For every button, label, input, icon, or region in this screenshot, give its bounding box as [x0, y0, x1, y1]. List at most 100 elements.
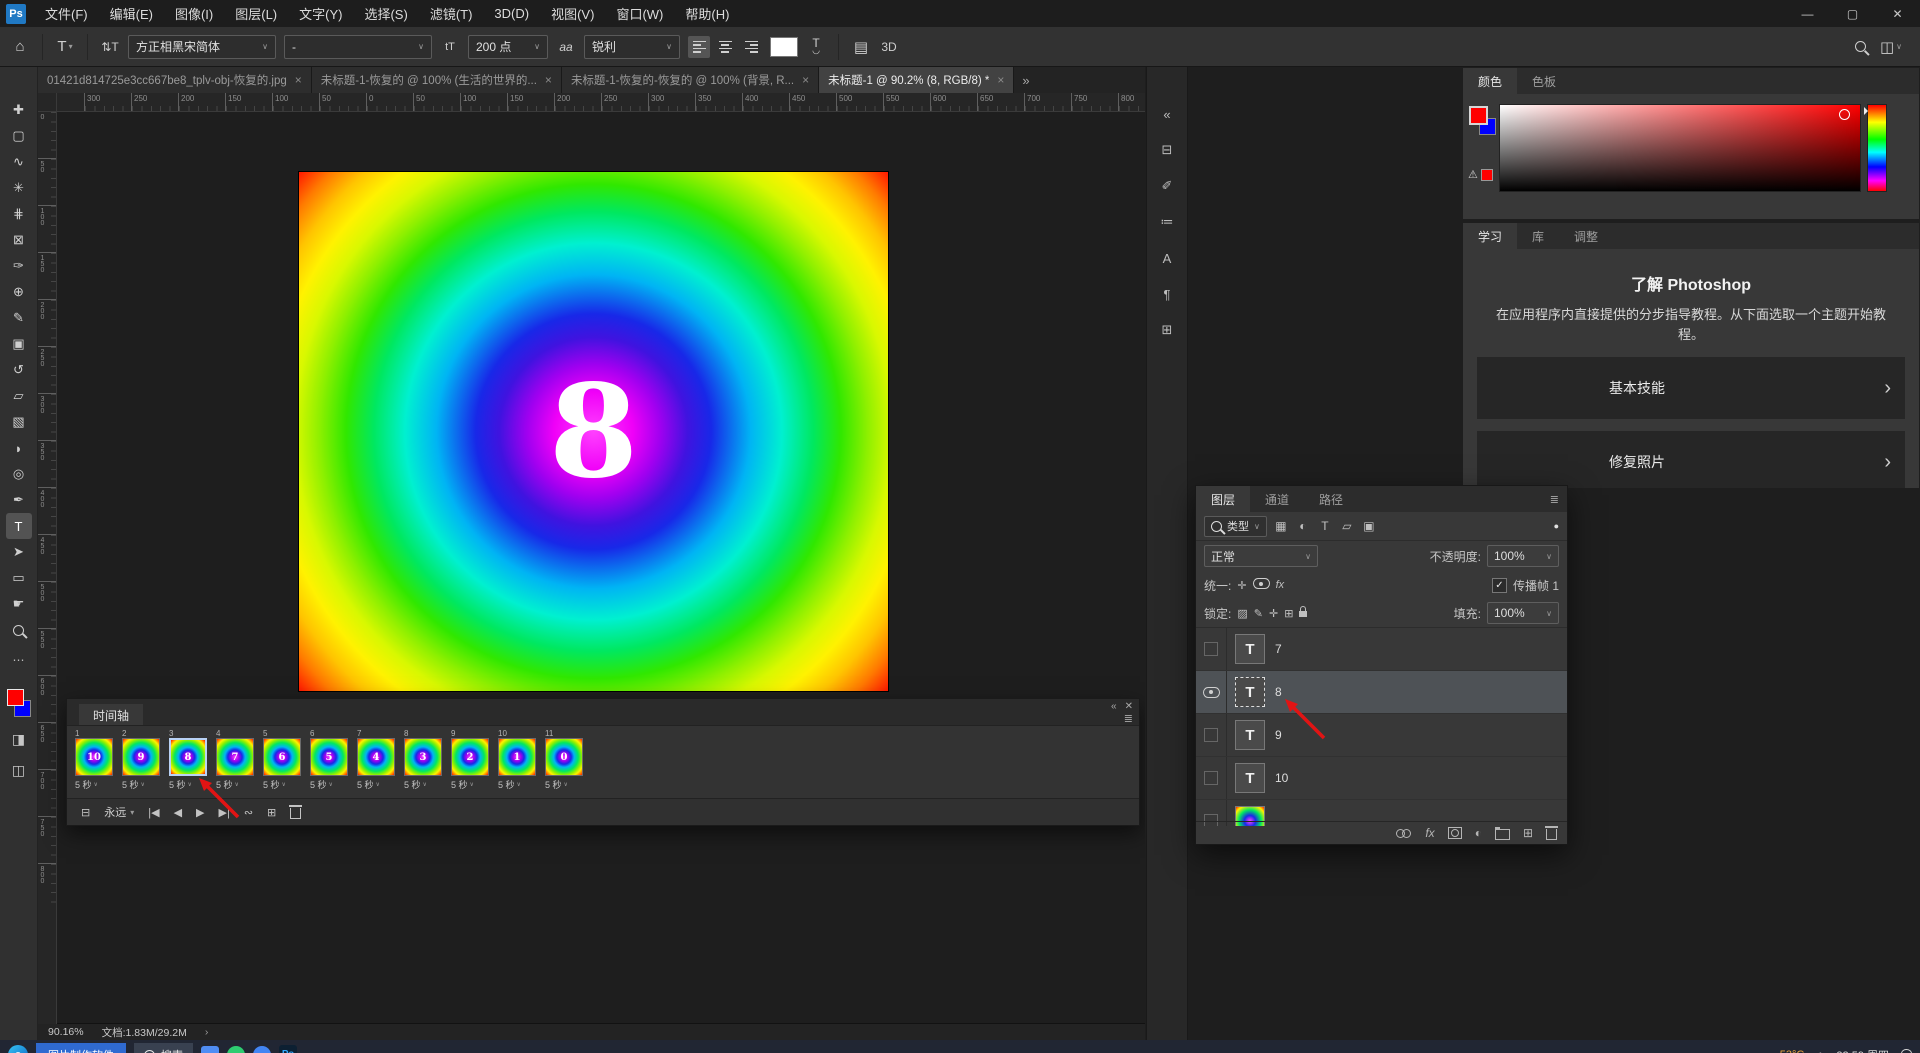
saturation-brightness-field[interactable] [1499, 104, 1861, 192]
panel-tab[interactable]: 库 [1517, 223, 1559, 249]
propagate-checkbox[interactable]: ✓ [1492, 578, 1507, 593]
duplicate-frame-button[interactable]: ⊞ [267, 806, 276, 819]
filter-pixel-icon[interactable]: ▦ [1273, 519, 1289, 533]
tab-close-icon[interactable]: × [545, 73, 552, 87]
anti-alias-select[interactable]: 锐利∨ [584, 35, 680, 59]
layer-visibility-toggle[interactable] [1196, 671, 1227, 713]
panel-color-swatches[interactable] [1469, 106, 1499, 140]
layer-visibility-toggle[interactable] [1196, 628, 1227, 670]
layer-visibility-toggle[interactable] [1196, 757, 1227, 799]
panel-tab[interactable]: 图层 [1196, 486, 1250, 512]
layer-style-icon[interactable]: fx [1425, 826, 1434, 840]
quick-mask-button[interactable]: ◨ [12, 731, 25, 748]
eyedropper-tool[interactable]: ✑ [6, 253, 32, 279]
properties-panel-icon[interactable]: ≔ [1153, 209, 1181, 235]
layers-menu-icon[interactable]: ≣ [1550, 493, 1559, 506]
blend-mode-select[interactable]: 正常∨ [1204, 545, 1318, 567]
gamut-warning-icon[interactable]: ⚠ [1468, 168, 1478, 181]
adjustment-layer-icon[interactable]: ◐ [1475, 826, 1482, 840]
lock-all-icon[interactable] [1299, 606, 1307, 620]
layer-row[interactable]: T 9 [1196, 714, 1567, 757]
timeline-frame[interactable]: 5 6 5 秒∨ [263, 729, 301, 795]
tab-overflow-icon[interactable]: » [1014, 67, 1037, 93]
font-size-select[interactable]: 200 点∨ [468, 35, 548, 59]
history-brush-tool[interactable]: ↺ [6, 357, 32, 383]
zoom-level-field[interactable]: 90.16% [48, 1026, 84, 1038]
frame-duration-select[interactable]: 5 秒∨ [310, 778, 348, 791]
layer-thumbnail[interactable]: T [1235, 763, 1265, 793]
tray-expand-icon[interactable]: ∧ [1816, 1049, 1824, 1053]
quick-selection-tool[interactable]: ✳ [6, 175, 32, 201]
frame-duration-select[interactable]: 5 秒∨ [404, 778, 442, 791]
marquee-tool[interactable]: ▢ [6, 123, 32, 149]
blur-tool[interactable]: ◗ [6, 435, 32, 461]
temperature-indicator[interactable]: 53°C [1780, 1049, 1805, 1053]
gradient-tool[interactable]: ▧ [6, 409, 32, 435]
foreground-color-swatch[interactable] [7, 689, 24, 706]
panel-tab[interactable]: 路径 [1304, 486, 1358, 512]
edge-icon[interactable]: e [8, 1045, 28, 1053]
taskbar-app-icon[interactable] [201, 1046, 219, 1053]
frame-duration-select[interactable]: 5 秒∨ [451, 778, 489, 791]
toggle-panels-icon[interactable]: ▤ [851, 38, 871, 56]
menu-item[interactable]: 帮助(H) [674, 0, 740, 27]
brush-tool[interactable]: ✎ [6, 305, 32, 331]
frame-duration-select[interactable]: 5 秒∨ [216, 778, 254, 791]
tab-close-icon[interactable]: × [997, 73, 1004, 87]
tab-close-icon[interactable]: × [802, 73, 809, 87]
frame-thumbnail[interactable]: 8 [169, 738, 207, 776]
dodge-tool[interactable]: ◎ [6, 461, 32, 487]
menu-item[interactable]: 图层(L) [224, 0, 288, 27]
menu-item[interactable]: 窗口(W) [605, 0, 674, 27]
filter-type-icon[interactable]: T [1317, 519, 1333, 533]
timeline-frame[interactable]: 8 3 5 秒∨ [404, 729, 442, 795]
frame-duration-select[interactable]: 5 秒∨ [498, 778, 536, 791]
hand-tool[interactable]: ☛ [6, 591, 32, 617]
layer-filter-select[interactable]: 类型∨ [1204, 516, 1267, 537]
layer-row[interactable]: T 8 [1196, 671, 1567, 714]
notification-icon[interactable] [1901, 1049, 1912, 1053]
panel-tab[interactable]: 色板 [1517, 68, 1571, 94]
menu-item[interactable]: 文字(Y) [288, 0, 353, 27]
layer-row[interactable]: T 10 [1196, 757, 1567, 800]
taskbar-app-icon[interactable] [227, 1046, 245, 1053]
menu-item[interactable]: 视图(V) [540, 0, 605, 27]
taskbar-photoshop-icon[interactable]: Ps [279, 1045, 297, 1053]
taskbar-search[interactable]: 搜索 [134, 1043, 193, 1053]
unify-style-icon[interactable]: fx [1276, 579, 1285, 591]
search-icon[interactable] [1855, 41, 1866, 52]
frame-duration-select[interactable]: 5 秒∨ [263, 778, 301, 791]
frame-thumbnail[interactable]: 4 [357, 738, 395, 776]
font-style-select[interactable]: -∨ [284, 35, 432, 59]
new-group-icon[interactable] [1495, 826, 1510, 840]
restore-button[interactable]: ▢ [1830, 0, 1875, 27]
layer-thumbnail[interactable]: T [1235, 677, 1265, 707]
3d-button[interactable]: 3D [879, 40, 899, 54]
frame-duration-select[interactable]: 5 秒∨ [357, 778, 395, 791]
tween-button[interactable]: ∾ [244, 806, 253, 819]
brushes-panel-icon[interactable]: ⊟ [1153, 137, 1181, 163]
document-tab[interactable]: 01421d814725e3cc667be8_tplv-obj-恢复的.jpg … [38, 67, 312, 93]
learn-card[interactable]: 基本技能 › [1477, 357, 1905, 419]
convert-timeline-icon[interactable]: ⊟ [81, 806, 90, 819]
expand-panels-icon[interactable]: « [1153, 101, 1181, 127]
menu-item[interactable]: 文件(F) [34, 0, 99, 27]
menu-item[interactable]: 图像(I) [164, 0, 224, 27]
chrome-icon[interactable] [253, 1046, 271, 1053]
filter-toggle-icon[interactable]: ● [1554, 521, 1559, 531]
document-tab[interactable]: 未标题-1 @ 90.2% (8, RGB/8) * × [819, 67, 1014, 93]
lasso-tool[interactable]: ∿ [6, 149, 32, 175]
frame-duration-select[interactable]: 5 秒∨ [169, 778, 207, 791]
link-layers-icon[interactable] [1396, 829, 1412, 837]
timeline-frame[interactable]: 4 7 5 秒∨ [216, 729, 254, 795]
paragraph-panel-icon[interactable]: ¶ [1153, 281, 1181, 307]
frame-tool[interactable]: ⊠ [6, 227, 32, 253]
timeline-frame[interactable]: 2 9 5 秒∨ [122, 729, 160, 795]
close-button[interactable]: ✕ [1875, 0, 1920, 27]
color-cursor[interactable] [1839, 109, 1850, 120]
timeline-menu-icon[interactable]: ≣ [1124, 712, 1133, 725]
foreground-swatch[interactable] [1469, 106, 1488, 125]
panel-tab[interactable]: 通道 [1250, 486, 1304, 512]
foreground-background-swatches[interactable] [7, 689, 31, 717]
clone-stamp-tool[interactable]: ▣ [6, 331, 32, 357]
